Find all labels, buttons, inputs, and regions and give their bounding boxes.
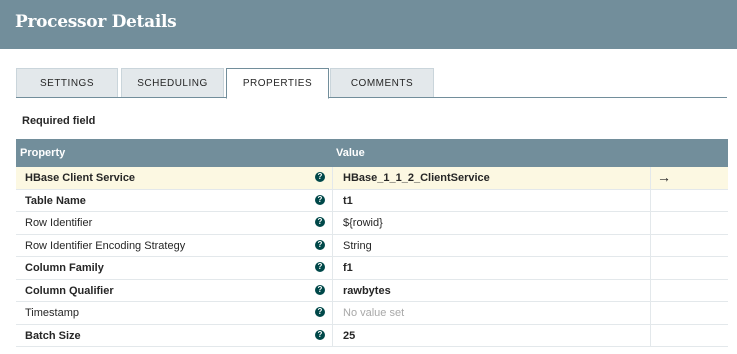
property-value[interactable]: 25 xyxy=(343,330,355,342)
property-name: HBase Client Service xyxy=(25,172,136,184)
property-value[interactable]: HBase_1_1_2_ClientService xyxy=(343,172,490,184)
property-name: Row Identifier xyxy=(25,217,93,229)
table-row[interactable]: Row Identifier ? ${rowid} xyxy=(16,212,728,235)
property-value[interactable]: f1 xyxy=(343,262,353,274)
dialog-header: Processor Details xyxy=(0,0,737,49)
tab-scheduling[interactable]: SCHEDULING xyxy=(121,68,224,97)
tab-settings[interactable]: SETTINGS xyxy=(16,68,118,97)
table-row[interactable]: Batch Size ? 25 xyxy=(16,324,728,347)
property-name: Column Qualifier xyxy=(25,284,114,297)
table-row[interactable]: HBase Client Service ? HBase_1_1_2_Clien… xyxy=(16,167,728,190)
tab-comments[interactable]: COMMENTS xyxy=(330,68,434,97)
property-value[interactable]: ${rowid} xyxy=(343,217,383,229)
help-icon[interactable]: ? xyxy=(315,217,325,227)
go-to-service-arrow-icon[interactable]: → xyxy=(657,169,671,185)
table-header: Property Value xyxy=(16,139,728,167)
property-name: Column Family xyxy=(25,262,104,274)
table-row[interactable]: Column Qualifier ? rawbytes xyxy=(16,279,728,302)
help-icon[interactable]: ? xyxy=(315,172,325,182)
property-value[interactable]: rawbytes xyxy=(343,285,391,297)
required-field-label: Required field xyxy=(22,115,96,127)
dialog-title: Processor Details xyxy=(15,12,177,32)
help-icon[interactable]: ? xyxy=(315,262,325,272)
property-name: Timestamp xyxy=(25,307,79,319)
property-name: Row Identifier Encoding Strategy xyxy=(25,239,186,252)
tab-bar: SETTINGS SCHEDULING PROPERTIES COMMENTS xyxy=(16,68,727,99)
tab-properties[interactable]: PROPERTIES xyxy=(226,68,329,99)
table-row[interactable]: Column Family ? f1 xyxy=(16,257,728,280)
tab-bar-divider xyxy=(16,97,727,98)
property-value[interactable]: String xyxy=(343,240,372,252)
property-value[interactable]: t1 xyxy=(343,195,353,207)
table-row[interactable]: Timestamp ? No value set xyxy=(16,302,728,325)
column-header-value[interactable]: Value xyxy=(336,147,365,159)
help-icon[interactable]: ? xyxy=(315,194,325,205)
help-icon[interactable]: ? xyxy=(315,284,325,295)
table-row[interactable]: Row Identifier Encoding Strategy ? Strin… xyxy=(16,234,728,257)
help-icon[interactable]: ? xyxy=(315,329,325,340)
property-name: Table Name xyxy=(25,194,86,207)
help-icon[interactable]: ? xyxy=(315,307,325,317)
property-value[interactable]: No value set xyxy=(343,307,404,319)
properties-table: Property Value HBase Client Service ? HB… xyxy=(16,139,728,347)
help-icon[interactable]: ? xyxy=(315,239,325,250)
property-name: Batch Size xyxy=(25,329,81,342)
table-row[interactable]: Table Name ? t1 xyxy=(16,189,728,212)
column-header-property[interactable]: Property xyxy=(20,147,65,159)
